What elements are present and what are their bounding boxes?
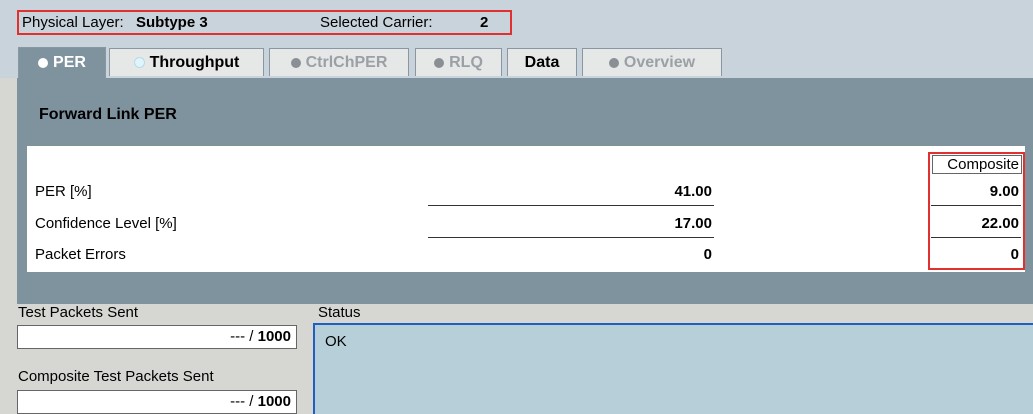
status-dot-icon <box>133 57 145 68</box>
physical-layer-label: Physical Layer: <box>22 14 124 31</box>
test-packets-field: --- / 1000 <box>17 325 297 349</box>
status-box: OK <box>313 323 1033 414</box>
tab-throughput[interactable]: Throughput <box>109 48 264 76</box>
composite-packets-label: Composite Test Packets Sent <box>18 368 214 385</box>
status-dot-icon <box>290 57 301 68</box>
tab-label: Throughput <box>149 53 240 71</box>
row-label-confidence: Confidence Level [%] <box>35 215 177 232</box>
tab-rlq[interactable]: RLQ <box>415 48 502 76</box>
tab-label: RLQ <box>449 53 483 71</box>
tab-label: Overview <box>623 53 696 71</box>
composite-packets-field: --- / 1000 <box>17 390 297 414</box>
test-packets-label: Test Packets Sent <box>18 304 139 321</box>
panel-title: Forward Link PER <box>39 106 177 123</box>
tab-label: Data <box>524 53 560 71</box>
composite-highlight-box <box>928 152 1025 270</box>
physical-layer-value: Subtype 3 <box>136 14 208 31</box>
status-dot-icon <box>38 58 49 68</box>
tab-label: PER <box>53 54 86 71</box>
confidence-value: 17.00 <box>674 215 712 232</box>
row-label-packet-errors: Packet Errors <box>35 246 126 263</box>
tab-per[interactable]: PER <box>18 47 106 78</box>
row-label-per: PER [%] <box>35 183 92 200</box>
divider <box>428 237 714 238</box>
per-table <box>27 146 1025 272</box>
status-dot-icon <box>608 57 619 68</box>
status-dot-icon <box>434 57 445 68</box>
test-packets-prefix: --- / <box>230 328 258 345</box>
tab-ctrlchper[interactable]: CtrlChPER <box>269 48 409 76</box>
per-value: 41.00 <box>674 183 712 200</box>
packet-errors-value: 0 <box>703 246 712 263</box>
divider <box>428 205 714 206</box>
test-packets-total: 1000 <box>257 328 291 345</box>
status-label: Status <box>318 304 361 321</box>
tab-label: CtrlChPER <box>305 53 388 71</box>
selected-carrier-label: Selected Carrier: <box>320 14 433 31</box>
tab-overview[interactable]: Overview <box>582 48 722 76</box>
selected-carrier-value: 2 <box>480 14 489 31</box>
status-value: OK <box>325 333 347 350</box>
composite-packets-prefix: --- / <box>230 393 258 410</box>
tab-data[interactable]: Data <box>507 48 577 76</box>
info-highlight-box: Physical Layer: Subtype 3 Selected Carri… <box>17 10 512 35</box>
composite-packets-total: 1000 <box>257 393 291 410</box>
